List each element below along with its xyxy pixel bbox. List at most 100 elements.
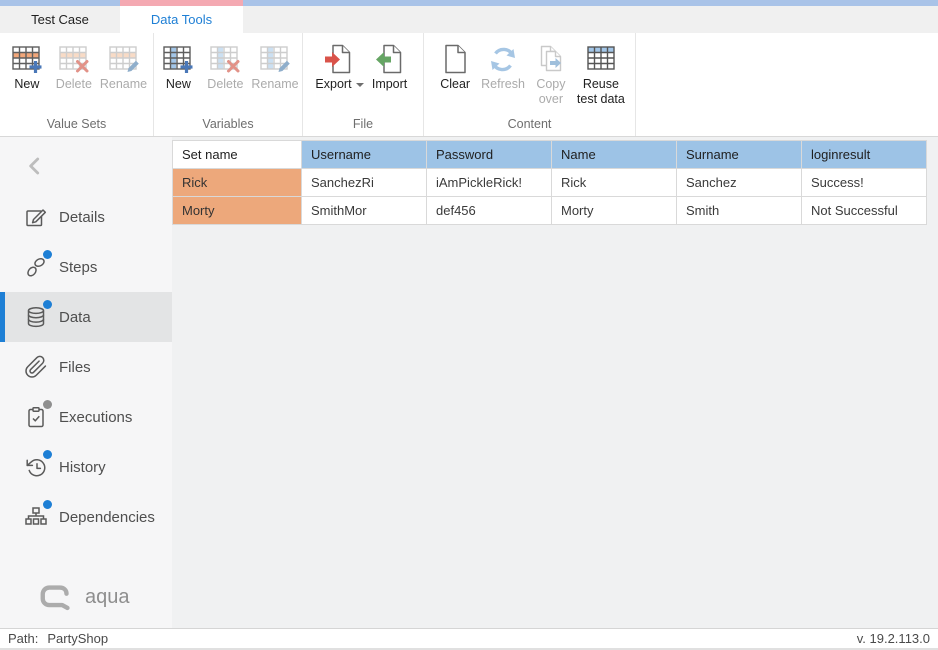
- sidebar-item-label: Details: [59, 209, 105, 226]
- button-label: Rename: [100, 77, 147, 92]
- button-label: Delete: [207, 77, 243, 92]
- ribbon-toolbar: New Delete: [0, 33, 938, 137]
- button-label: Import: [372, 77, 407, 92]
- button-label: Rename: [251, 77, 298, 92]
- sidebar-item-label: Executions: [59, 409, 132, 426]
- column-header-set-name[interactable]: Set name: [173, 141, 302, 169]
- column-header-surname[interactable]: Surname: [677, 141, 802, 169]
- sidebar-item-label: Dependencies: [59, 509, 155, 526]
- status-path-value: PartyShop: [47, 631, 108, 646]
- button-label: Copy over: [536, 77, 565, 107]
- ribbon-group-content: Clear Refresh: [424, 33, 636, 136]
- table-cell[interactable]: SmithMor: [302, 197, 427, 225]
- ribbon-group-label: Value Sets: [0, 117, 153, 131]
- database-icon: [24, 305, 48, 329]
- column-plus-icon: [161, 42, 195, 76]
- table-header-row: Set name Username Password Name Surname …: [173, 141, 927, 169]
- aqua-logo: aqua: [38, 583, 130, 612]
- notification-dot: [43, 400, 52, 409]
- button-label: Export: [315, 77, 351, 92]
- reuse-table-icon: [584, 42, 618, 76]
- sidebar-item-history[interactable]: History: [0, 442, 172, 492]
- history-icon: [24, 455, 48, 479]
- sidebar-item-data[interactable]: Data: [0, 292, 172, 342]
- ribbon-group-label: File: [303, 117, 423, 131]
- import-icon: [373, 42, 407, 76]
- ribbon-group-file: Export Import File: [303, 33, 424, 136]
- notification-dot: [43, 500, 52, 509]
- button-label: Refresh: [481, 77, 525, 92]
- sidebar-item-executions[interactable]: Executions: [0, 392, 172, 442]
- column-header-loginresult[interactable]: loginresult: [802, 141, 927, 169]
- button-label: New: [14, 77, 39, 92]
- sidebar: Details Steps: [0, 137, 172, 628]
- app-window: Test Case Data Tools: [0, 0, 938, 650]
- table-cell[interactable]: Sanchez: [677, 169, 802, 197]
- tab-test-case[interactable]: Test Case: [0, 6, 120, 33]
- table-delete-icon: [57, 42, 91, 76]
- column-header-password[interactable]: Password: [427, 141, 552, 169]
- content-area: Set name Username Password Name Surname …: [172, 137, 938, 628]
- paperclip-icon: [24, 355, 48, 379]
- column-header-name[interactable]: Name: [552, 141, 677, 169]
- button-label: Reuse test data: [577, 77, 625, 107]
- notification-dot: [43, 450, 52, 459]
- copy-over-icon: [534, 42, 568, 76]
- ribbon-group-variables: New Delete: [154, 33, 303, 136]
- status-bar: Path: PartyShop v. 19.2.113.0: [0, 628, 938, 650]
- edit-icon: [24, 205, 48, 229]
- version-text: v. 19.2.113.0: [857, 631, 930, 646]
- ribbon-group-value-sets: New Delete: [0, 33, 154, 136]
- aqua-logo-icon: [38, 583, 76, 612]
- table-cell[interactable]: Morty: [552, 197, 677, 225]
- ribbon-group-label: Variables: [154, 117, 302, 131]
- notification-dot: [43, 250, 52, 259]
- hierarchy-icon: [24, 505, 48, 529]
- table-cell[interactable]: Smith: [677, 197, 802, 225]
- table-row: Rick SanchezRi iAmPickleRick! Rick Sanch…: [173, 169, 927, 197]
- table-cell[interactable]: Rick: [552, 169, 677, 197]
- ribbon-group-label: Content: [424, 117, 635, 131]
- steps-icon: [24, 255, 48, 279]
- sidebar-item-details[interactable]: Details: [0, 192, 172, 242]
- table-cell[interactable]: iAmPickleRick!: [427, 169, 552, 197]
- sidebar-collapse-button[interactable]: [22, 153, 48, 179]
- button-label: New: [166, 77, 191, 92]
- aqua-logo-text: aqua: [85, 586, 130, 609]
- table-cell[interactable]: def456: [427, 197, 552, 225]
- sidebar-item-steps[interactable]: Steps: [0, 242, 172, 292]
- sidebar-item-files[interactable]: Files: [0, 342, 172, 392]
- export-icon: [322, 42, 356, 76]
- table-cell[interactable]: Success!: [802, 169, 927, 197]
- main-body: Details Steps: [0, 137, 938, 628]
- clear-document-icon: [438, 42, 472, 76]
- chevron-left-icon: [22, 153, 48, 179]
- ribbon-tab-bar: Test Case Data Tools: [0, 6, 938, 33]
- column-header-username[interactable]: Username: [302, 141, 427, 169]
- table-cell[interactable]: Not Successful: [802, 197, 927, 225]
- sidebar-item-label: Steps: [59, 259, 97, 276]
- data-table: Set name Username Password Name Surname …: [172, 140, 927, 225]
- sidebar-item-label: Data: [59, 309, 91, 326]
- column-rename-icon: [258, 42, 292, 76]
- refresh-icon: [486, 42, 520, 76]
- set-name-cell[interactable]: Rick: [173, 169, 302, 197]
- tab-data-tools[interactable]: Data Tools: [120, 6, 243, 33]
- table-plus-icon: [10, 42, 44, 76]
- notification-dot: [43, 300, 52, 309]
- sidebar-item-label: Files: [59, 359, 91, 376]
- clipboard-check-icon: [24, 405, 48, 429]
- sidebar-item-dependencies[interactable]: Dependencies: [0, 492, 172, 542]
- dropdown-caret-icon: [356, 83, 364, 87]
- button-label: Clear: [440, 77, 470, 92]
- breadcrumb: Path: PartyShop: [8, 631, 108, 646]
- column-delete-icon: [208, 42, 242, 76]
- status-path-label: Path:: [8, 631, 38, 646]
- table-rename-icon: [107, 42, 141, 76]
- table-cell[interactable]: SanchezRi: [302, 169, 427, 197]
- table-row: Morty SmithMor def456 Morty Smith Not Su…: [173, 197, 927, 225]
- set-name-cell[interactable]: Morty: [173, 197, 302, 225]
- button-label: Delete: [56, 77, 92, 92]
- sidebar-item-label: History: [59, 459, 106, 476]
- sidebar-nav: Details Steps: [0, 192, 172, 542]
